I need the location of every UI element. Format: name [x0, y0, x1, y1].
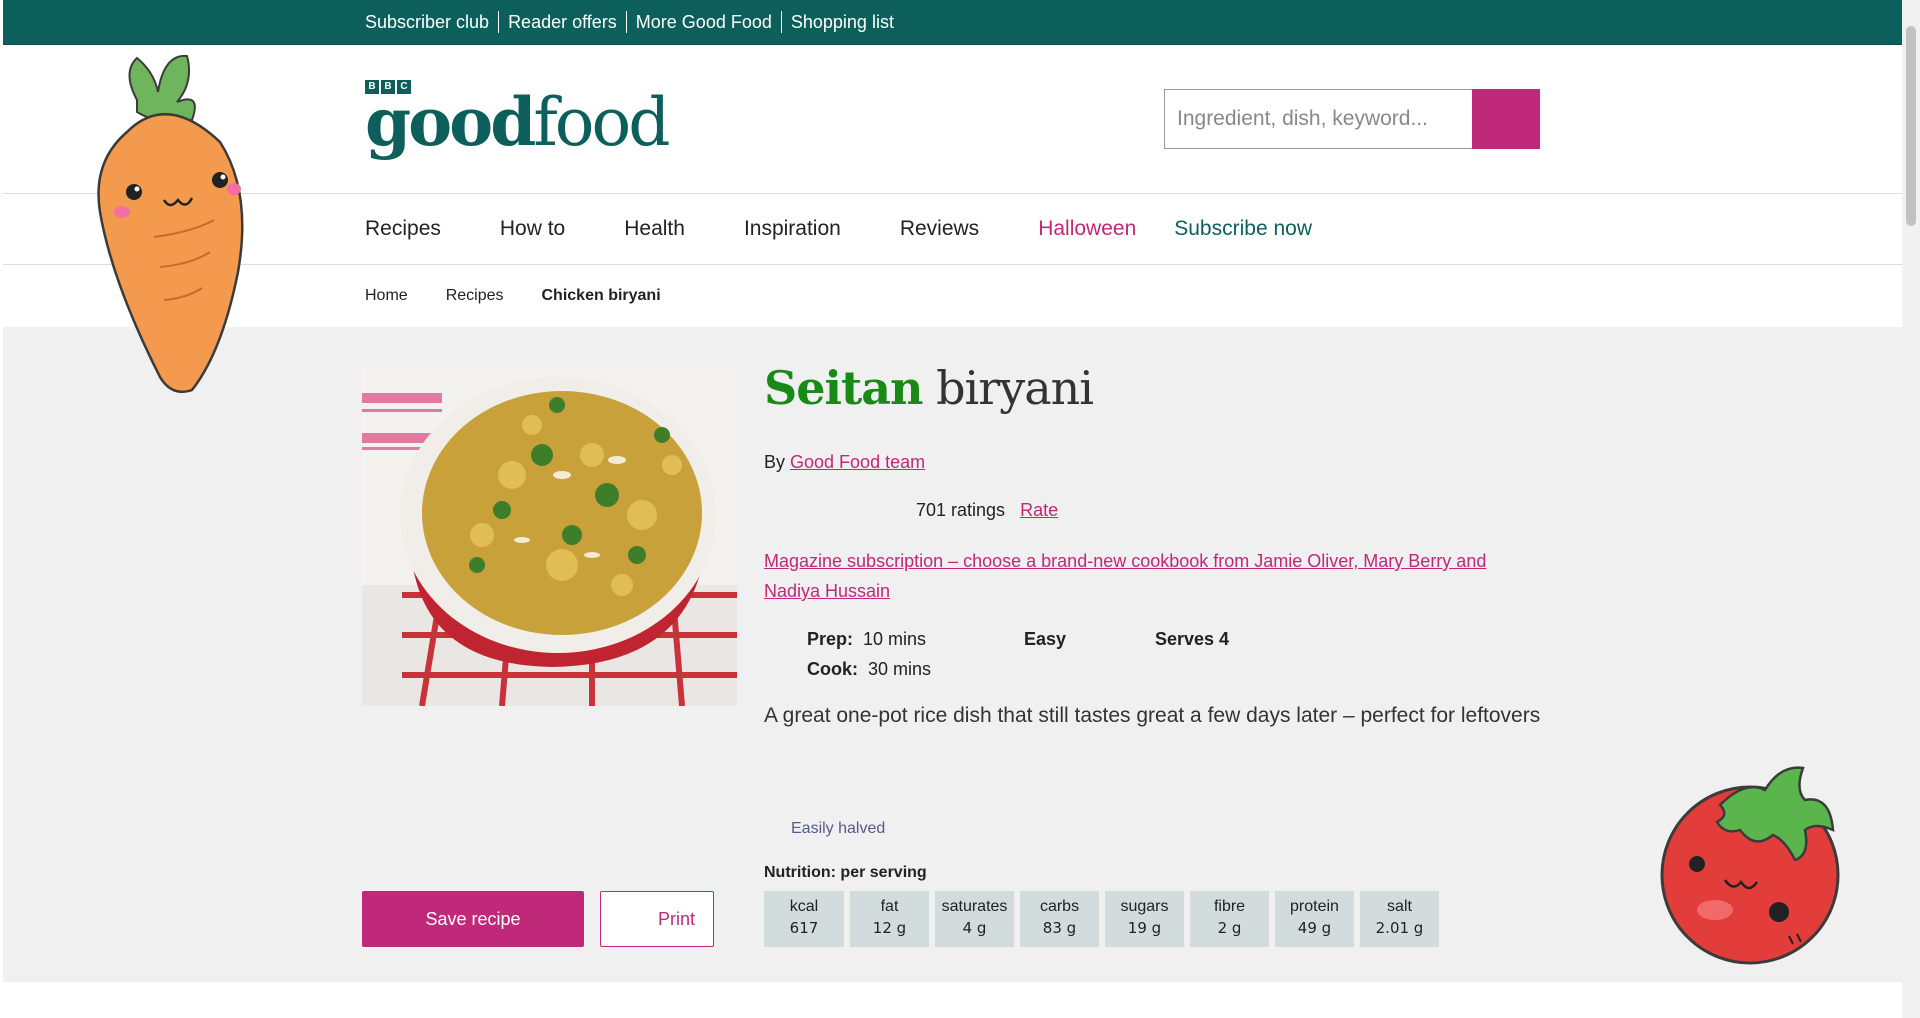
utility-links: Subscriber club Reader offers More Good … [365, 0, 903, 44]
servings: Serves 4 [1155, 629, 1230, 649]
print-button[interactable]: Print [600, 891, 714, 947]
page-scrollbar[interactable] [1902, 0, 1920, 1018]
prep-time: 10 mins [863, 629, 927, 649]
biryani-bowl-image [362, 365, 737, 706]
easily-halved-badge: Easily halved [791, 820, 886, 837]
logo-wordmark: goodfood [365, 83, 671, 161]
nav-item-health[interactable]: Health [624, 217, 685, 241]
browser-viewport: Subscriber club Reader offers More Good … [0, 0, 1902, 1018]
recipe-content-area [3, 327, 1902, 982]
scrollbar-thumb[interactable] [1906, 26, 1916, 226]
site-header: B B C goodfood [3, 45, 1902, 194]
search-input[interactable] [1164, 89, 1472, 149]
nutrition-sugars: sugars 19 g [1105, 891, 1184, 947]
breadcrumb-home[interactable]: Home [365, 287, 408, 305]
save-recipe-button[interactable]: Save recipe [362, 891, 584, 947]
recipe-photo [362, 365, 737, 706]
nav-item-subscribe[interactable]: Subscribe now [1174, 217, 1312, 241]
magazine-promo-link[interactable]: Magazine subscription – choose a brand-n… [764, 551, 1486, 601]
author-link[interactable]: Good Food team [790, 452, 925, 472]
recipe-description: A great one-pot rice dish that still tas… [764, 704, 1541, 727]
nutrition-title: Nutrition: per serving [764, 864, 927, 881]
breadcrumb-current: Chicken biryani [541, 287, 661, 304]
search-button[interactable] [1472, 89, 1540, 149]
nav-item-recipes[interactable]: Recipes [365, 217, 441, 241]
breadcrumb: Home Recipes Chicken biryani [3, 265, 1902, 327]
rate-link[interactable]: Rate [1020, 500, 1058, 520]
subscriber-club-link[interactable]: Subscriber club [365, 11, 498, 33]
difficulty: Easy [1024, 629, 1067, 649]
search-form [1164, 89, 1542, 149]
nav-item-reviews[interactable]: Reviews [900, 217, 979, 241]
nutrition-fat: fat 12 g [850, 891, 929, 947]
magazine-promo: Magazine subscription – choose a brand-n… [764, 546, 1524, 606]
nav-item-halloween[interactable]: Halloween [1038, 217, 1136, 241]
nutrition-list: kcal 617 fat 12 g saturates 4 g carbs 83 g s… [764, 891, 1439, 947]
shopping-list-link[interactable]: Shopping list [780, 11, 903, 33]
nav-items: Recipes How to Health Inspiration Review… [365, 194, 1371, 264]
main-navigation: Recipes How to Health Inspiration Review… [3, 194, 1902, 265]
nav-item-inspiration[interactable]: Inspiration [744, 217, 841, 241]
nutrition-saturates: saturates 4 g [935, 891, 1014, 947]
more-good-food-link[interactable]: More Good Food [625, 11, 781, 33]
cook-time: 30 mins [868, 659, 932, 679]
nutrition-salt: salt 2.01 g [1360, 891, 1439, 947]
nutrition-kcal: kcal 617 [764, 891, 844, 947]
below-fold-area [3, 982, 1902, 1018]
ratings-count: 701 ratings [916, 500, 1006, 520]
nutrition-carbs: carbs 83 g [1020, 891, 1099, 947]
tomato-sticker-icon [1660, 766, 1840, 965]
nav-item-how-to[interactable]: How to [500, 217, 565, 241]
breadcrumb-items: Home Recipes Chicken biryani [365, 265, 661, 327]
author-byline: By Good Food team [764, 452, 926, 472]
nutrition-protein: protein 49 g [1275, 891, 1354, 947]
top-utility-bar: Subscriber club Reader offers More Good … [3, 0, 1902, 45]
ratings: 701 ratings Rate [916, 500, 1058, 521]
carrot-sticker-icon [97, 54, 244, 394]
breadcrumb-recipes[interactable]: Recipes [446, 287, 504, 305]
nutrition-fibre: fibre 2 g [1190, 891, 1269, 947]
reader-offers-link[interactable]: Reader offers [498, 11, 626, 33]
good-food-logo[interactable]: B B C goodfood [365, 80, 671, 161]
cooking-times: Prep: 10 mins Cook: 30 mins [807, 629, 932, 679]
recipe-title: Seitan biryani [764, 361, 1094, 415]
